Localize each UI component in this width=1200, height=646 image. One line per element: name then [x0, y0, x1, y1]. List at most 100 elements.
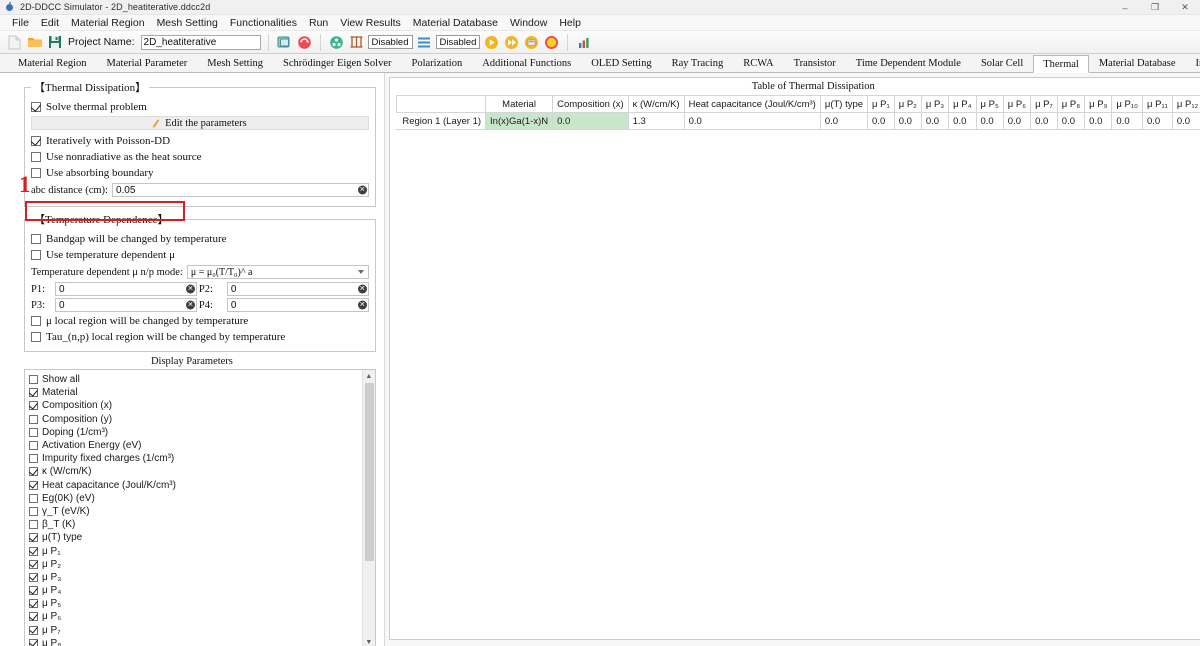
- mu-mode-select[interactable]: μ = μ₀(T/T₀)^ a: [186, 265, 369, 279]
- menu-edit[interactable]: Edit: [35, 15, 65, 31]
- menu-mesh-setting[interactable]: Mesh Setting: [151, 15, 224, 31]
- run-icon[interactable]: [483, 34, 500, 51]
- col-header-mu-p4[interactable]: μ P₄: [948, 95, 977, 113]
- scroll-up-icon[interactable]: ▲: [363, 370, 375, 383]
- cell-mu-p1[interactable]: 0.0: [867, 112, 895, 130]
- list-item[interactable]: κ (W/cm/K): [29, 465, 362, 478]
- list-item[interactable]: μ P₆: [29, 610, 362, 623]
- checkbox-icon[interactable]: [29, 572, 38, 582]
- col-header-mu-p8[interactable]: μ P₈: [1056, 95, 1086, 113]
- list-item[interactable]: Heat capacitance (Joul/K/cm³): [29, 479, 362, 492]
- list-item[interactable]: Impurity fixed charges (1/cm³): [29, 452, 362, 465]
- cell-mu-p9[interactable]: 0.0: [1084, 112, 1113, 130]
- list-item[interactable]: μ P₇: [29, 624, 362, 637]
- iteratively-poisson-dd-row[interactable]: Iteratively with Poisson-DD: [31, 133, 369, 148]
- list-item[interactable]: μ(T) type: [29, 531, 362, 544]
- col-header-mu-p6[interactable]: μ P₆: [1002, 95, 1032, 113]
- checkbox-icon[interactable]: [29, 612, 38, 622]
- checkbox-icon[interactable]: [29, 638, 38, 646]
- col-header-mu-t-type[interactable]: μ(T) type: [819, 95, 869, 113]
- checkbox-icon[interactable]: [29, 467, 38, 477]
- stop-icon[interactable]: [543, 34, 560, 51]
- list-item[interactable]: Show all: [29, 373, 362, 386]
- reload-icon[interactable]: [296, 34, 313, 51]
- checkbox-icon[interactable]: [29, 414, 38, 424]
- tab-time-dependent-module[interactable]: Time Dependent Module: [845, 54, 971, 72]
- list-item[interactable]: γ_T (eV/K): [29, 505, 362, 518]
- cell-composition-x[interactable]: 0.0: [552, 112, 629, 130]
- checkbox-icon[interactable]: [29, 546, 38, 556]
- cell-mu-p6[interactable]: 0.0: [1002, 112, 1032, 130]
- save-icon[interactable]: [46, 34, 63, 51]
- checkbox-icon[interactable]: [29, 506, 38, 516]
- cell-material[interactable]: In(x)Ga(1-x)N: [485, 112, 554, 130]
- list-item[interactable]: Composition (x): [29, 399, 362, 412]
- col-header-composition-x[interactable]: Composition (x): [552, 95, 629, 113]
- list-item[interactable]: μ P₄: [29, 584, 362, 597]
- checkbox-icon[interactable]: [29, 520, 38, 530]
- checkbox-icon[interactable]: [29, 599, 38, 609]
- mesh-status-badge[interactable]: Disabled: [367, 35, 413, 49]
- list-item[interactable]: Doping (1/cm³): [29, 426, 362, 439]
- clear-icon[interactable]: ✕: [185, 300, 195, 310]
- cell-mu-p10[interactable]: 0.0: [1111, 112, 1143, 130]
- list-item[interactable]: μ P₈: [29, 637, 362, 646]
- col-header-mu-p5[interactable]: μ P₅: [975, 95, 1004, 113]
- cell-mu-p11[interactable]: 0.0: [1142, 112, 1173, 130]
- checkbox-icon[interactable]: [31, 249, 41, 260]
- bandgap-changed-row[interactable]: Bandgap will be changed by temperature: [31, 231, 369, 246]
- tab-ray-tracing[interactable]: Ray Tracing: [661, 54, 734, 72]
- tab-mesh-setting[interactable]: Mesh Setting: [197, 54, 273, 72]
- checkbox-icon[interactable]: [31, 331, 41, 342]
- col-header-mu-p11[interactable]: μ P₁₁: [1142, 95, 1173, 113]
- tab-transistor[interactable]: Transistor: [783, 54, 846, 72]
- tab-thermal[interactable]: Thermal: [1033, 55, 1089, 73]
- p2-input[interactable]: 0: [226, 282, 369, 296]
- new-file-icon[interactable]: [6, 34, 23, 51]
- layers-status-badge[interactable]: Disabled: [435, 35, 481, 49]
- col-header-mu-p1[interactable]: μ P₁: [867, 95, 895, 113]
- col-header-mu-p7[interactable]: μ P₇: [1030, 95, 1058, 113]
- menu-run[interactable]: Run: [303, 15, 334, 31]
- list-item[interactable]: Composition (y): [29, 413, 362, 426]
- col-header-mu-p2[interactable]: μ P₂: [893, 95, 922, 113]
- tab-polarization[interactable]: Polarization: [401, 54, 473, 72]
- menu-file[interactable]: File: [6, 15, 35, 31]
- list-item[interactable]: μ P₁: [29, 544, 362, 557]
- checkbox-icon[interactable]: [29, 586, 38, 596]
- tab-rcwa[interactable]: RCWA: [733, 54, 784, 72]
- menu-functionalities[interactable]: Functionalities: [224, 15, 303, 31]
- layers-icon[interactable]: [416, 34, 433, 51]
- cell-mu-p4[interactable]: 0.0: [948, 112, 977, 130]
- nonradiative-heat-source-row[interactable]: Use nonradiative as the heat source: [31, 149, 369, 164]
- run-batch-icon[interactable]: [523, 34, 540, 51]
- menu-window[interactable]: Window: [504, 15, 553, 31]
- checkbox-icon[interactable]: [31, 135, 41, 146]
- tab-additional-functions[interactable]: Additional Functions: [472, 54, 582, 72]
- tab-material-parameter[interactable]: Material Parameter: [96, 54, 198, 72]
- abc-distance-input[interactable]: 0.05: [111, 183, 369, 197]
- edit-parameters-button[interactable]: Edit the parameters: [31, 116, 369, 130]
- cell-mu-p7[interactable]: 0.0: [1030, 112, 1058, 130]
- display-parameters-scrollbar[interactable]: ▲ ▼: [361, 370, 375, 646]
- run-fast-icon[interactable]: [503, 34, 520, 51]
- checkbox-icon[interactable]: [31, 233, 41, 244]
- clear-icon[interactable]: ✕: [357, 300, 367, 310]
- temp-dependent-mu-row[interactable]: Use temperature dependent μ: [31, 247, 369, 262]
- absorbing-boundary-row[interactable]: Use absorbing boundary: [31, 165, 369, 180]
- tau-local-region-row[interactable]: Tau_(n,p) local region will be changed b…: [31, 329, 369, 344]
- list-item[interactable]: β_T (K): [29, 518, 362, 531]
- checkbox-icon[interactable]: [29, 454, 38, 464]
- list-item[interactable]: Eg(0K) (eV): [29, 492, 362, 505]
- col-header-material[interactable]: Material: [485, 95, 554, 113]
- open-folder-icon[interactable]: [26, 34, 43, 51]
- cell-mu-p12[interactable]: 0.0: [1171, 112, 1200, 130]
- p3-input[interactable]: 0: [55, 298, 197, 312]
- menu-material-database[interactable]: Material Database: [407, 15, 504, 31]
- cell-mu-p3[interactable]: 0.0: [920, 112, 950, 130]
- tab-oled-setting[interactable]: OLED Setting: [581, 54, 662, 72]
- cell-heat-capacitance[interactable]: 0.0: [683, 112, 821, 130]
- list-item[interactable]: Activation Energy (eV): [29, 439, 362, 452]
- checkbox-icon[interactable]: [29, 533, 38, 543]
- col-header-kappa[interactable]: κ (W/cm/K): [627, 95, 685, 113]
